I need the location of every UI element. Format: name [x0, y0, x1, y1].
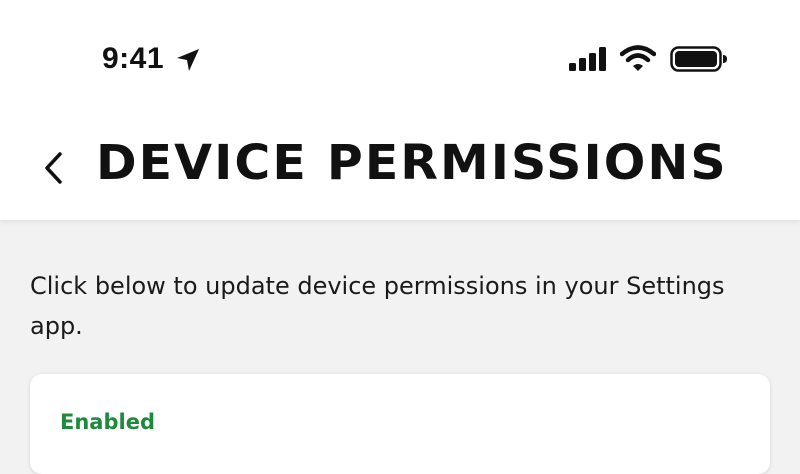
chevron-left-icon: [45, 152, 62, 184]
status-badge: Enabled: [60, 410, 155, 434]
permission-card[interactable]: Enabled: [30, 374, 770, 474]
app-header: 9:41 DEVICE PERMISSIONS: [0, 0, 800, 221]
status-time: 9:41: [102, 42, 165, 75]
location-arrow-icon: [177, 49, 199, 71]
cellular-signal-icon: [569, 47, 606, 71]
page-title: DEVICE PERMISSIONS: [96, 135, 728, 191]
wifi-icon: [620, 45, 656, 71]
back-button[interactable]: [36, 146, 70, 190]
battery-icon: [670, 46, 727, 72]
permissions-description: Click below to update device permissions…: [30, 272, 725, 340]
